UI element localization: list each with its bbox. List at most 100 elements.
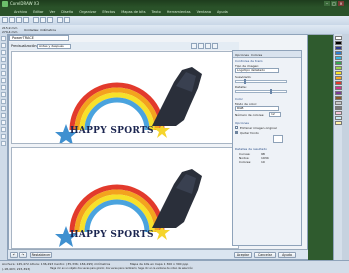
swatch-purple[interactable] — [335, 91, 342, 95]
swatch-white[interactable] — [335, 36, 342, 40]
delete-original-label: Eliminar imagen original — [240, 126, 277, 130]
swatch-red[interactable] — [335, 81, 342, 85]
undo-trace-button[interactable]: ↶ — [10, 251, 18, 258]
status-object-info: Mapa de bits en Capa 1 300 x 300 ppp — [130, 262, 189, 266]
swatch-lime[interactable] — [335, 66, 342, 70]
open-icon[interactable] — [9, 17, 15, 23]
trace-options-panel: Opciones Colores Controles de trazo Tipo… — [232, 50, 302, 246]
menu-organizar[interactable]: Organizar — [79, 10, 96, 14]
maximize-icon[interactable]: □ — [331, 1, 337, 6]
detail-slider[interactable] — [235, 89, 287, 94]
redo-icon[interactable] — [64, 17, 70, 23]
minimize-icon[interactable]: – — [324, 1, 330, 6]
pick-tool-icon[interactable] — [1, 36, 6, 41]
artwork-text-before: HAPPY SPORTS — [70, 126, 154, 136]
rectangle-tool-icon[interactable] — [1, 78, 6, 83]
swatch-light-gray[interactable] — [335, 101, 342, 105]
eyedropper-icon[interactable] — [1, 120, 6, 125]
cancel-button[interactable]: Cancelar — [254, 251, 276, 258]
page-height[interactable]: 279,4 mm — [2, 30, 17, 34]
right-dock-edge — [342, 34, 349, 260]
close-icon[interactable]: × — [338, 1, 344, 6]
swatch-gray[interactable] — [335, 106, 342, 110]
menu-texto[interactable]: Texto — [152, 10, 161, 14]
pan-icon[interactable] — [212, 43, 218, 49]
tab-colores[interactable]: Colores — [251, 53, 262, 57]
ellipse-tool-icon[interactable] — [1, 85, 6, 90]
menu-editar[interactable]: Editar — [33, 10, 43, 14]
menu-efectos[interactable]: Efectos — [102, 10, 115, 14]
swatch-green[interactable] — [335, 61, 342, 65]
background-color-swatch[interactable] — [273, 135, 283, 143]
menu-herramientas[interactable]: Herramientas — [167, 10, 191, 14]
interactive-blend-icon[interactable] — [1, 113, 6, 118]
menu-ayuda[interactable]: Ayuda — [217, 10, 228, 14]
paste-icon[interactable] — [47, 17, 53, 23]
copy-icon[interactable] — [40, 17, 46, 23]
swatch-pale-yellow[interactable] — [335, 121, 342, 125]
zoom-in-icon[interactable] — [191, 43, 197, 49]
fill-tool-icon[interactable] — [1, 134, 6, 139]
text-tool-icon[interactable] — [1, 106, 6, 111]
detail-knob[interactable] — [270, 89, 272, 94]
remove-background-label: Quitar fondo — [240, 131, 259, 135]
smoothing-slider[interactable] — [235, 79, 287, 84]
smoothing-knob[interactable] — [244, 79, 246, 84]
save-icon[interactable] — [16, 17, 22, 23]
redo-trace-button[interactable]: ↷ — [19, 251, 27, 258]
swatch-black[interactable] — [335, 41, 342, 45]
status-cursor-position: (-18,403; 215,393) — [2, 267, 31, 271]
menu-archivo[interactable]: Archivo — [14, 10, 27, 14]
image-type-select[interactable]: Logotipo detallado — [235, 68, 279, 73]
units-select[interactable]: Unidades: milímetros — [24, 28, 56, 32]
interactive-fill-icon[interactable] — [1, 141, 6, 146]
trace-controls-heading: Controles de trazo — [235, 59, 263, 63]
shape-tool-icon[interactable] — [1, 43, 6, 48]
print-icon[interactable] — [23, 17, 29, 23]
panel-tab-strip: Opciones Colores — [233, 51, 301, 58]
color-heading: Color — [235, 97, 243, 101]
after-preview: HAPPY SPORTS — [11, 147, 239, 249]
basic-shapes-icon[interactable] — [1, 99, 6, 104]
delete-original-checkbox[interactable] — [235, 126, 238, 129]
polygon-tool-icon[interactable] — [1, 92, 6, 97]
artwork-text-after: HAPPY SPORTS — [70, 230, 154, 240]
cut-icon[interactable] — [33, 17, 39, 23]
number-colors-input[interactable]: 12 — [269, 112, 281, 117]
reset-button[interactable]: Restablecer — [30, 251, 52, 258]
swatch-cyan[interactable] — [335, 56, 342, 60]
menu-diseno[interactable]: Diseño — [61, 10, 73, 14]
preview-label: Previsualización: — [11, 44, 38, 48]
menu-ver[interactable]: Ver — [49, 10, 55, 14]
preview-select[interactable]: Antes y después — [37, 43, 71, 49]
swatch-brown[interactable] — [335, 96, 342, 100]
result-colors-value: 10 — [261, 160, 265, 164]
app-logo-icon — [2, 1, 8, 7]
new-icon[interactable] — [2, 17, 8, 23]
menu-ventana[interactable]: Ventana — [197, 10, 211, 14]
help-button[interactable]: Ayuda — [278, 251, 296, 258]
swatch-blue[interactable] — [335, 51, 342, 55]
document-tab[interactable]: PowerTRACE — [9, 35, 69, 41]
tab-opciones[interactable]: Opciones — [235, 53, 249, 57]
swatch-yellow[interactable] — [335, 71, 342, 75]
options-heading: Opciones — [235, 121, 249, 125]
outline-tool-icon[interactable] — [1, 127, 6, 132]
menu-mapas-de-bits[interactable]: Mapas de bits — [121, 10, 145, 14]
color-mode-select[interactable]: RGB — [235, 106, 279, 111]
swatch-navy[interactable] — [335, 46, 342, 50]
dialog-button-bar: ↶ ↷ Restablecer Aceptar Cancelar Ayuda — [8, 249, 308, 259]
ok-button[interactable]: Aceptar — [234, 251, 252, 258]
swatch-orange[interactable] — [335, 76, 342, 80]
zoom-out-icon[interactable] — [198, 43, 204, 49]
swatch-magenta[interactable] — [335, 86, 342, 90]
freehand-tool-icon[interactable] — [1, 64, 6, 69]
crop-tool-icon[interactable] — [1, 50, 6, 55]
swatch-pale-blue[interactable] — [335, 116, 342, 120]
fit-page-icon[interactable] — [205, 43, 211, 49]
zoom-tool-icon[interactable] — [1, 57, 6, 62]
remove-background-checkbox[interactable] — [235, 131, 238, 134]
swatch-pink[interactable] — [335, 111, 342, 115]
smart-fill-icon[interactable] — [1, 71, 6, 76]
undo-icon[interactable] — [57, 17, 63, 23]
